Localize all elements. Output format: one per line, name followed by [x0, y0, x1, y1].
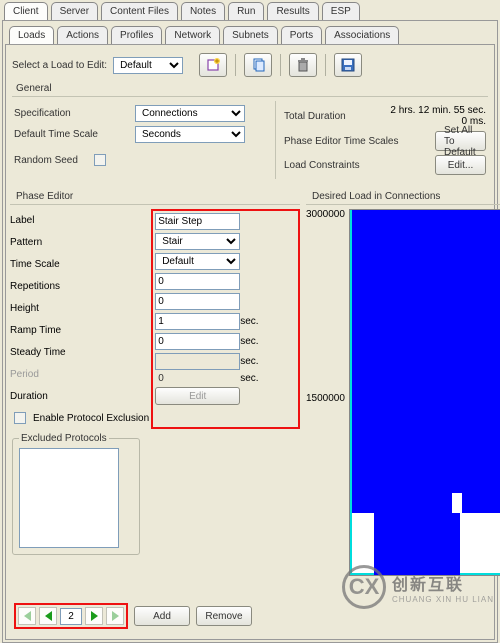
pe-ramp-label: Ramp Time — [10, 325, 61, 336]
enable-protocol-exclusion-label: Enable Protocol Exclusion — [33, 413, 149, 424]
sub-tab-profiles[interactable]: Profiles — [111, 26, 162, 44]
chart-title: Desired Load in Connections — [310, 191, 500, 202]
enable-protocol-exclusion-checkbox[interactable] — [14, 412, 26, 424]
pe-ramp-unit: sec. — [240, 316, 270, 327]
excluded-protocols-list[interactable] — [19, 448, 119, 548]
watermark-logo: CX 创新互联 CHUANG XIN HU LIAN — [342, 565, 494, 609]
pe-height-input[interactable] — [155, 293, 240, 310]
remove-button[interactable]: Remove — [196, 606, 252, 626]
chart-ytick: 1500000 — [306, 393, 345, 404]
chart-y-axis: 3000000 1500000 — [306, 209, 345, 576]
pe-timescale-dropdown[interactable]: Default — [155, 253, 240, 270]
specification-dropdown[interactable]: Connections — [135, 105, 245, 122]
tab-client[interactable]: Client — [4, 2, 48, 20]
tab-notes[interactable]: Notes — [181, 2, 225, 20]
tab-server[interactable]: Server — [51, 2, 98, 20]
new-icon[interactable] — [199, 53, 227, 77]
add-button[interactable]: Add — [134, 606, 190, 626]
main-tabs: Client Server Content Files Notes Run Re… — [4, 2, 500, 20]
pe-period-unit: sec. — [240, 356, 270, 367]
specification-label: Specification — [14, 108, 129, 119]
excluded-protocols-title: Excluded Protocols — [19, 433, 109, 444]
general-title: General — [14, 83, 488, 94]
sub-tab-network[interactable]: Network — [165, 26, 220, 44]
chart-ytick: 3000000 — [306, 209, 345, 220]
pe-time-scales-label: Phase Editor Time Scales — [284, 136, 429, 147]
select-load-label: Select a Load to Edit: — [12, 60, 107, 71]
first-page-button[interactable] — [18, 607, 36, 625]
tab-results[interactable]: Results — [267, 2, 318, 20]
copy-icon[interactable] — [244, 53, 272, 77]
watermark-text-zh: 创新互联 — [392, 571, 494, 595]
last-page-button[interactable] — [106, 607, 124, 625]
prev-page-button[interactable] — [39, 607, 57, 625]
pe-repetitions-label: Repetitions — [10, 281, 60, 292]
pe-timescale-label: Time Scale — [10, 259, 60, 270]
pe-steady-input[interactable] — [155, 333, 240, 350]
next-page-button[interactable] — [85, 607, 103, 625]
sub-tab-ports[interactable]: Ports — [281, 26, 322, 44]
pe-height-label: Height — [10, 303, 39, 314]
pe-edit-button[interactable]: Edit — [155, 387, 240, 405]
load-toolbar: Select a Load to Edit: Default — [12, 53, 488, 77]
sub-tab-loads[interactable]: Loads — [9, 26, 54, 44]
pe-steady-label: Steady Time — [10, 347, 66, 358]
pe-pattern-label: Pattern — [10, 237, 42, 248]
excluded-protocols-group: Excluded Protocols — [12, 433, 140, 555]
random-seed-label: Random Seed — [14, 155, 86, 166]
pe-duration-label: Duration — [10, 391, 48, 402]
sub-tabs: Loads Actions Profiles Network Subnets P… — [9, 26, 495, 44]
default-time-scale-label: Default Time Scale — [14, 129, 129, 140]
sub-tab-actions[interactable]: Actions — [57, 26, 108, 44]
select-load-dropdown[interactable]: Default — [113, 57, 183, 74]
watermark-icon: CX — [342, 565, 386, 609]
main-tab-content: Loads Actions Profiles Network Subnets P… — [2, 20, 498, 643]
tab-run[interactable]: Run — [228, 2, 264, 20]
pe-period-label: Period — [10, 369, 39, 380]
pe-steady-unit: sec. — [240, 336, 270, 347]
total-duration-label: Total Duration — [284, 111, 384, 122]
tab-esp[interactable]: ESP — [322, 2, 360, 20]
phase-editor-title: Phase Editor — [14, 191, 298, 202]
tab-content-files[interactable]: Content Files — [101, 2, 178, 20]
save-icon[interactable] — [334, 53, 362, 77]
watermark-text-en: CHUANG XIN HU LIAN — [392, 595, 494, 604]
sub-tab-subnets[interactable]: Subnets — [223, 26, 278, 44]
pe-duration-value: 0 — [155, 373, 240, 384]
pe-label-label: Label — [10, 215, 34, 226]
chart-area — [349, 209, 500, 576]
pe-repetitions-input[interactable] — [155, 273, 240, 290]
random-seed-checkbox[interactable] — [94, 154, 106, 166]
pe-pattern-dropdown[interactable]: Stair — [155, 233, 240, 250]
pe-period-input — [155, 353, 240, 370]
default-time-scale-dropdown[interactable]: Seconds — [135, 126, 245, 143]
load-constraints-edit-button[interactable]: Edit... — [435, 155, 486, 175]
set-all-default-button[interactable]: Set All To Default — [435, 131, 486, 151]
pe-duration-unit: sec. — [240, 373, 270, 384]
sub-tab-associations[interactable]: Associations — [325, 26, 399, 44]
load-constraints-label: Load Constraints — [284, 160, 429, 171]
delete-icon[interactable] — [289, 53, 317, 77]
pe-ramp-input[interactable] — [155, 313, 240, 330]
page-number-input[interactable] — [60, 608, 82, 625]
page-nav-highlight — [14, 603, 128, 629]
pe-label-input[interactable] — [155, 213, 240, 230]
